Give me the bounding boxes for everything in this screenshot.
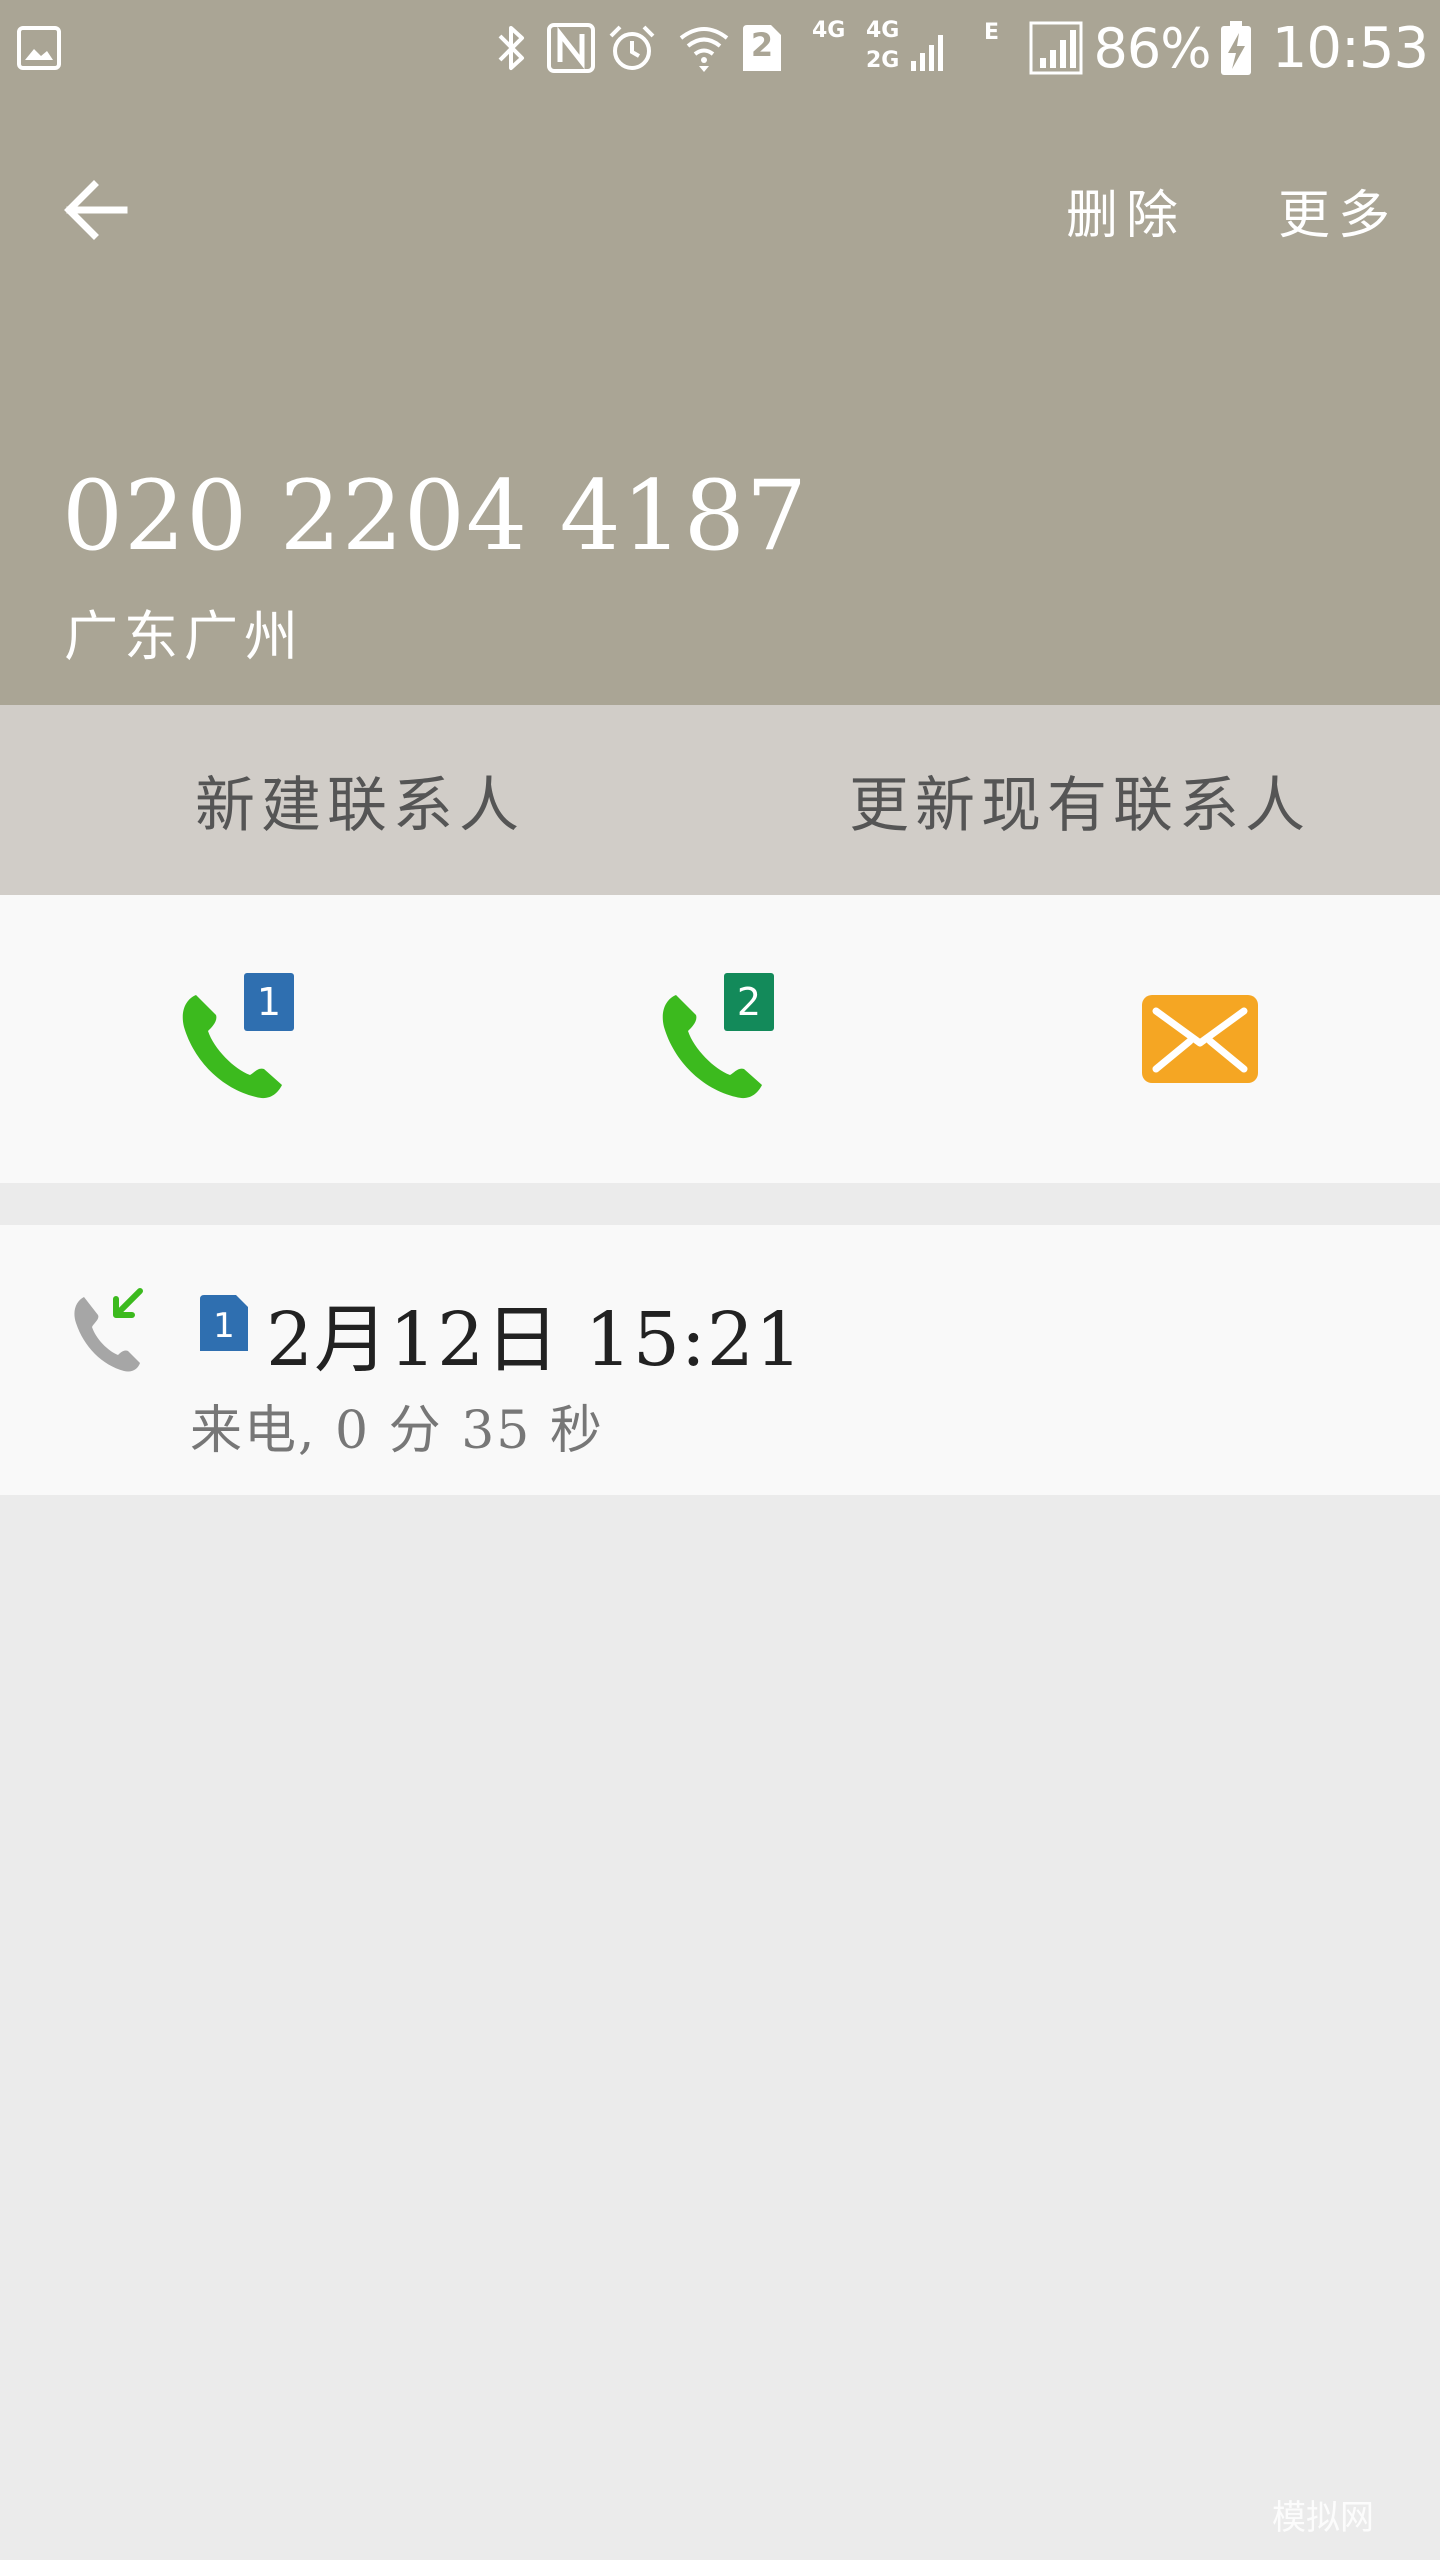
alarm-icon (604, 18, 660, 78)
status-bar: 2 4G 4G 2G E 86% 10:53 (0, 0, 1440, 100)
more-button[interactable]: 更多 (1278, 172, 1398, 248)
delete-button[interactable]: 删除 (1066, 172, 1186, 248)
arrow-left-icon (64, 180, 128, 240)
network-type-label: 4G (812, 18, 846, 43)
clock: 10:53 (1271, 15, 1429, 81)
bluetooth-icon (490, 18, 534, 78)
call-sim2-button[interactable]: 2 (480, 895, 960, 1183)
caller-location: 广东广州 (64, 605, 304, 668)
network-type-label: 4G (866, 18, 900, 43)
wifi-icon (674, 18, 734, 78)
call-log-entry[interactable]: 1 2月12日 15:21 来电, 0 分 35 秒 (0, 1225, 1440, 1495)
update-contact-button[interactable]: 更新现有联系人 (720, 705, 1440, 895)
contact-actions-bar: 新建联系人 更新现有联系人 (0, 705, 1440, 895)
caller-header: 2 4G 4G 2G E 86% 10:53 删除 更多 020 2204 41… (0, 0, 1440, 705)
caller-number: 020 2204 4187 (62, 460, 808, 572)
sim-indicator-icon: 2 (738, 18, 786, 78)
signal-icon (908, 18, 948, 78)
incoming-call-icon (74, 1288, 143, 1372)
watermark: 模拟网 (1272, 2498, 1374, 2538)
signal-icon (1026, 18, 1086, 78)
new-contact-button[interactable]: 新建联系人 (0, 705, 720, 895)
network-type-label: E (984, 20, 1000, 45)
battery-charging-icon (1216, 18, 1256, 78)
sim-indicator-label: 2 (750, 26, 774, 64)
back-button[interactable] (46, 160, 146, 260)
sim-badge-label: 1 (213, 1306, 235, 1346)
nfc-icon (544, 18, 598, 78)
phone-icon: 1 (182, 973, 294, 1099)
call-sim1-button[interactable]: 1 (0, 895, 480, 1183)
battery-percentage: 86% (1093, 16, 1211, 80)
sim-badge-label: 1 (257, 980, 281, 1024)
sim1-badge-icon: 1 (200, 1295, 248, 1351)
message-icon (1142, 995, 1258, 1083)
call-detail: 来电, 0 分 35 秒 (190, 1401, 604, 1461)
call-datetime: 2月12日 15:21 (266, 1297, 804, 1383)
quick-actions-bar: 1 2 (0, 895, 1440, 1183)
phone-icon: 2 (662, 973, 774, 1099)
network-type-label: 2G (866, 48, 900, 73)
send-message-button[interactable] (960, 895, 1440, 1183)
gallery-icon (14, 18, 64, 78)
sim-badge-label: 2 (737, 980, 761, 1024)
